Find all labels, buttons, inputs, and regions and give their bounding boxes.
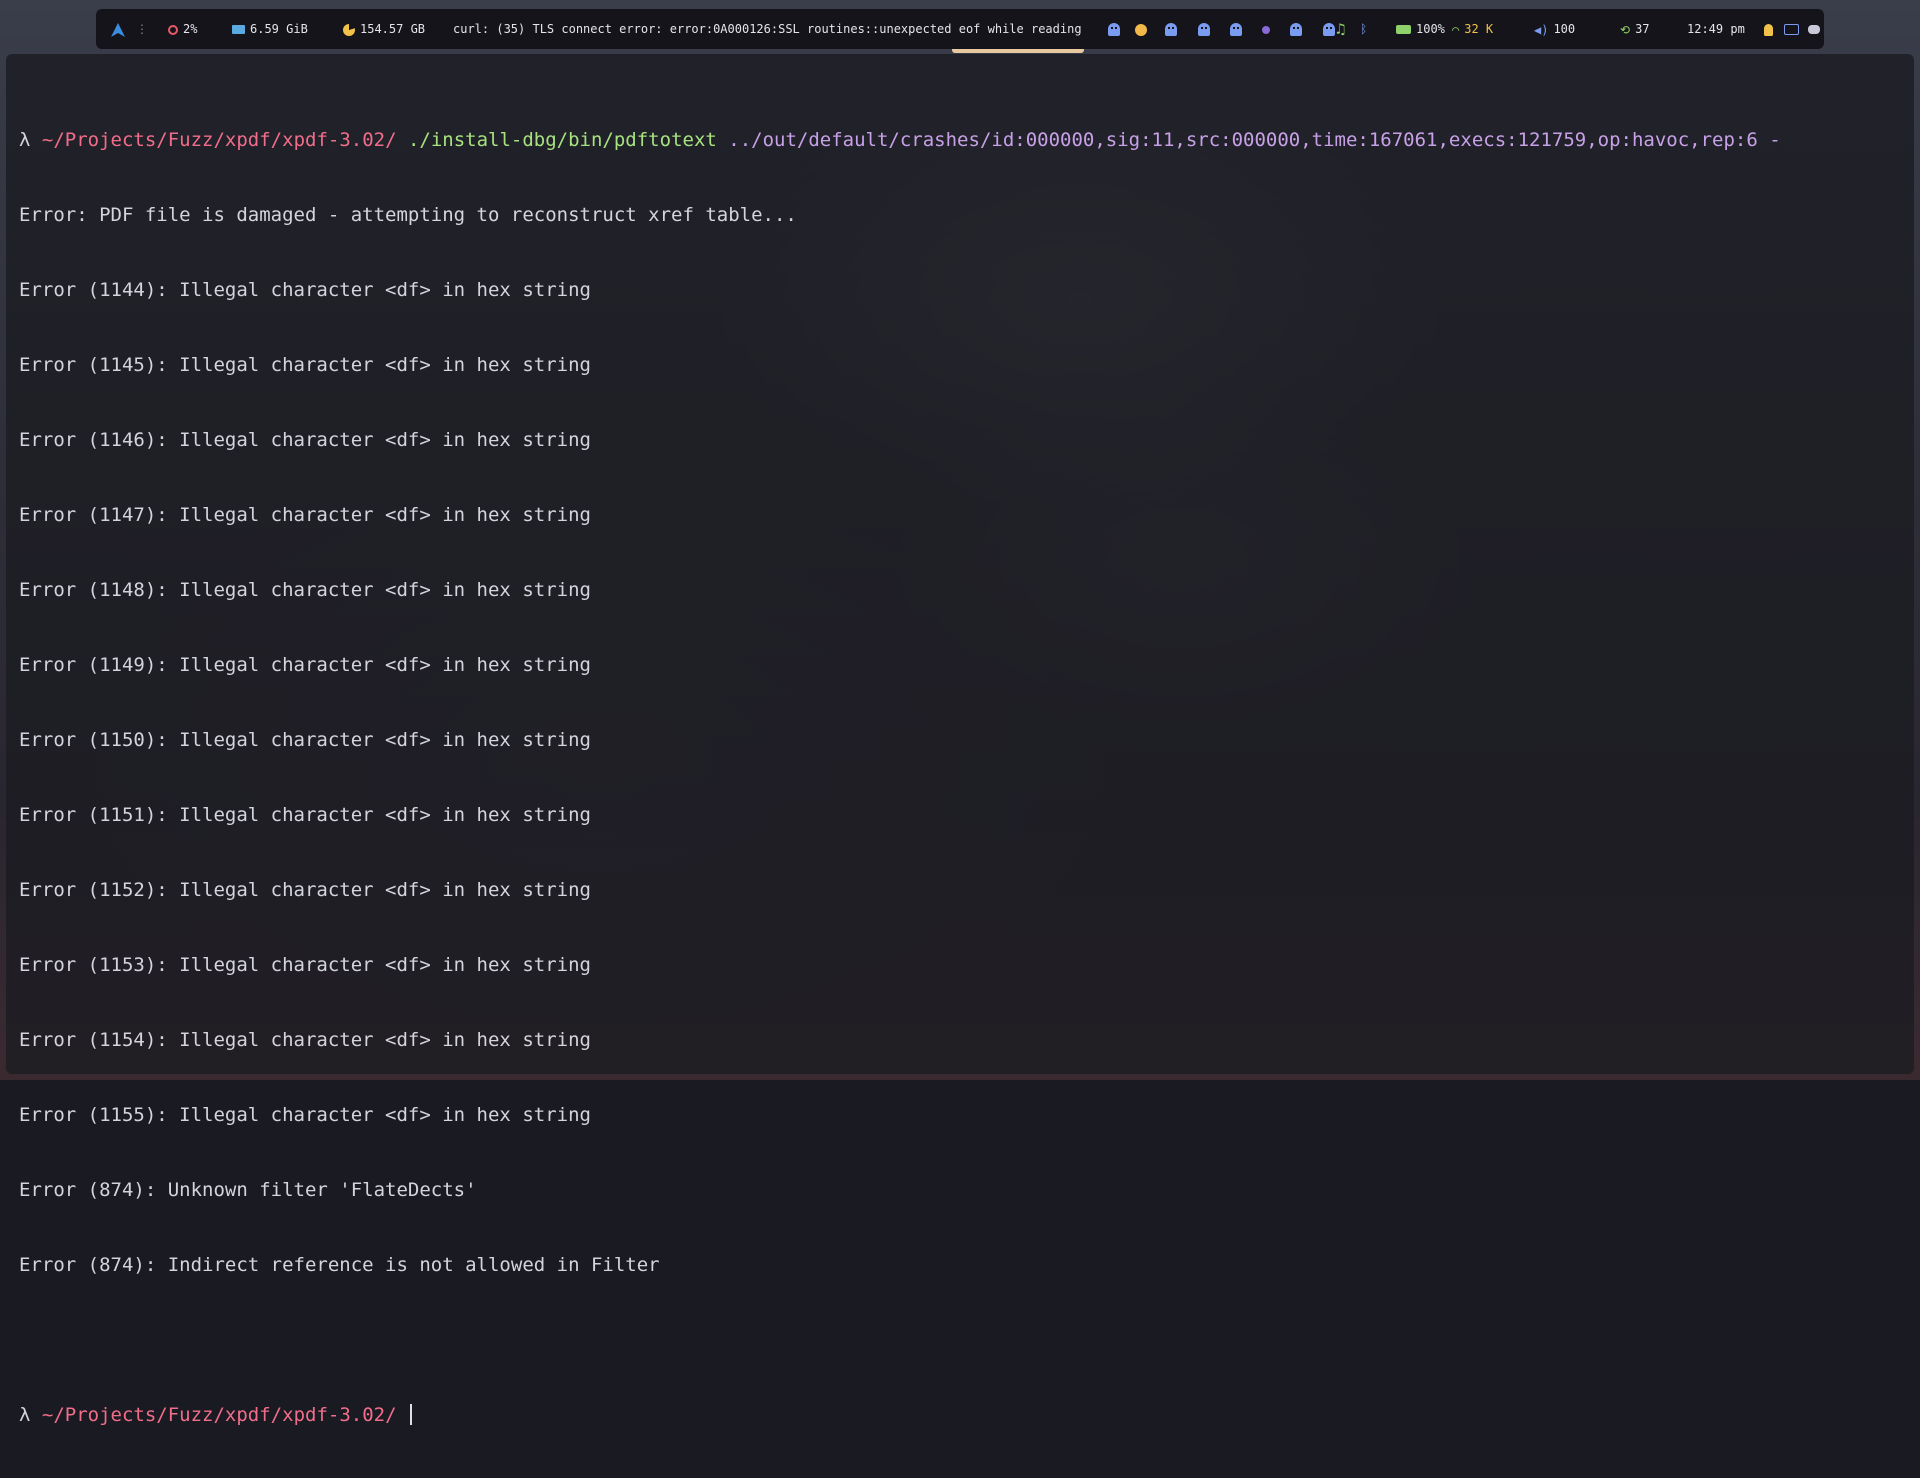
- memory-value: 6.59 GiB: [250, 22, 308, 36]
- cpu-widget[interactable]: 2%: [168, 9, 197, 49]
- updates-value: 37: [1635, 22, 1650, 36]
- output-line: Error (874): Unknown filter 'FlateDects': [19, 1179, 477, 1201]
- output-line: Error (1145): Illegal character <df> in …: [19, 354, 591, 376]
- ghost-icon[interactable]: [1108, 23, 1120, 36]
- current-prompt-line[interactable]: λ ~/Projects/Fuzz/xpdf/xpdf-3.02/: [19, 1403, 1894, 1428]
- prompt-symbol: λ: [19, 1404, 31, 1426]
- clock[interactable]: 12:49 pm: [1687, 9, 1745, 49]
- output-line: Error (874): Indirect reference is not a…: [19, 1254, 660, 1276]
- arch-logo-icon: [111, 22, 125, 37]
- battery-value: 100%: [1416, 22, 1445, 36]
- output-line: Error (1151): Illegal character <df> in …: [19, 804, 591, 826]
- terminal-window[interactable]: λ ~/Projects/Fuzz/xpdf/xpdf-3.02/ ./inst…: [6, 54, 1914, 1426]
- updates-widget[interactable]: ⟲ 37: [1620, 9, 1650, 49]
- output-line: Error (1152): Illegal character <df> in …: [19, 879, 591, 901]
- battery-widget[interactable]: 100%: [1396, 9, 1445, 49]
- ghost-icon[interactable]: [1197, 23, 1210, 36]
- notification-text: curl: (35) TLS connect error: error:0A00…: [453, 22, 1082, 36]
- disk-value: 154.57 GB: [360, 22, 426, 36]
- output-line: Error (1155): Illegal character <df> in …: [19, 1104, 591, 1126]
- prompt-symbol: λ: [19, 129, 31, 151]
- workspace-tray[interactable]: [1108, 9, 1335, 49]
- prompt-path: ~/Projects/Fuzz/xpdf/xpdf-3.02/: [41, 129, 397, 151]
- network-value: 32 K: [1464, 22, 1494, 36]
- prompt-path: ~/Projects/Fuzz/xpdf/xpdf-3.02/: [41, 1404, 397, 1426]
- speaker-icon: ◀): [1534, 22, 1549, 37]
- output-line: Error (1150): Illegal character <df> in …: [19, 729, 591, 751]
- music-note-icon[interactable]: ♫: [1336, 9, 1345, 49]
- cpu-value: 2%: [183, 22, 198, 36]
- command-args: ../out/default/crashes/id:000000,sig:11,…: [728, 129, 1781, 151]
- output-line: Error (1146): Illegal character <df> in …: [19, 429, 591, 451]
- output-line: Error: PDF file is damaged - attempting …: [19, 204, 797, 226]
- menu-dots-icon[interactable]: ⋮: [136, 9, 148, 49]
- command-text: ./install-dbg/bin/pdftotext: [407, 129, 717, 151]
- ghost-icon[interactable]: [1290, 23, 1303, 36]
- output-line: Error (1148): Illegal character <df> in …: [19, 579, 591, 601]
- network-widget[interactable]: ◠ 32 K: [1452, 9, 1493, 49]
- cpu-icon: [168, 24, 178, 35]
- tux-icon[interactable]: [1764, 9, 1773, 49]
- disk-widget[interactable]: 154.57 GB: [343, 9, 425, 49]
- ghost-icon[interactable]: [1322, 23, 1335, 36]
- memory-icon: [232, 25, 245, 34]
- bluetooth-icon[interactable]: ᛒ: [1360, 9, 1367, 49]
- active-workspace-dot-icon[interactable]: [1262, 25, 1271, 34]
- ghost-icon[interactable]: [1165, 23, 1178, 36]
- refresh-icon: ⟲: [1620, 22, 1631, 37]
- volume-widget[interactable]: ◀) 100: [1534, 9, 1575, 49]
- command-line: λ ~/Projects/Fuzz/xpdf/xpdf-3.02/ ./inst…: [19, 128, 1894, 153]
- battery-icon: [1396, 25, 1411, 34]
- wifi-icon: ◠: [1452, 22, 1460, 37]
- output-line: Error (1147): Illegal character <df> in …: [19, 504, 591, 526]
- volume-value: 100: [1553, 22, 1576, 36]
- discord-icon[interactable]: [1808, 9, 1820, 49]
- output-line: Error (1154): Illegal character <df> in …: [19, 1029, 591, 1051]
- output-line: Error (1144): Illegal character <df> in …: [19, 279, 591, 301]
- keyboard-icon[interactable]: [1784, 9, 1799, 49]
- launcher-button[interactable]: [110, 9, 131, 49]
- disk-pie-icon: [343, 23, 355, 36]
- output-line: Error (1149): Illegal character <df> in …: [19, 654, 591, 676]
- moon-icon[interactable]: [1135, 23, 1148, 36]
- text-cursor: [409, 1404, 412, 1425]
- ghost-icon[interactable]: [1229, 23, 1242, 36]
- active-window-indicator: [952, 49, 1084, 53]
- terminal-output[interactable]: λ ~/Projects/Fuzz/xpdf/xpdf-3.02/ ./inst…: [19, 78, 1894, 1478]
- status-bar: ⋮ 2% 6.59 GiB 154.57 GB curl: (35) TLS c…: [96, 9, 1824, 49]
- output-line: Error (1153): Illegal character <df> in …: [19, 954, 591, 976]
- memory-widget[interactable]: 6.59 GiB: [232, 9, 308, 49]
